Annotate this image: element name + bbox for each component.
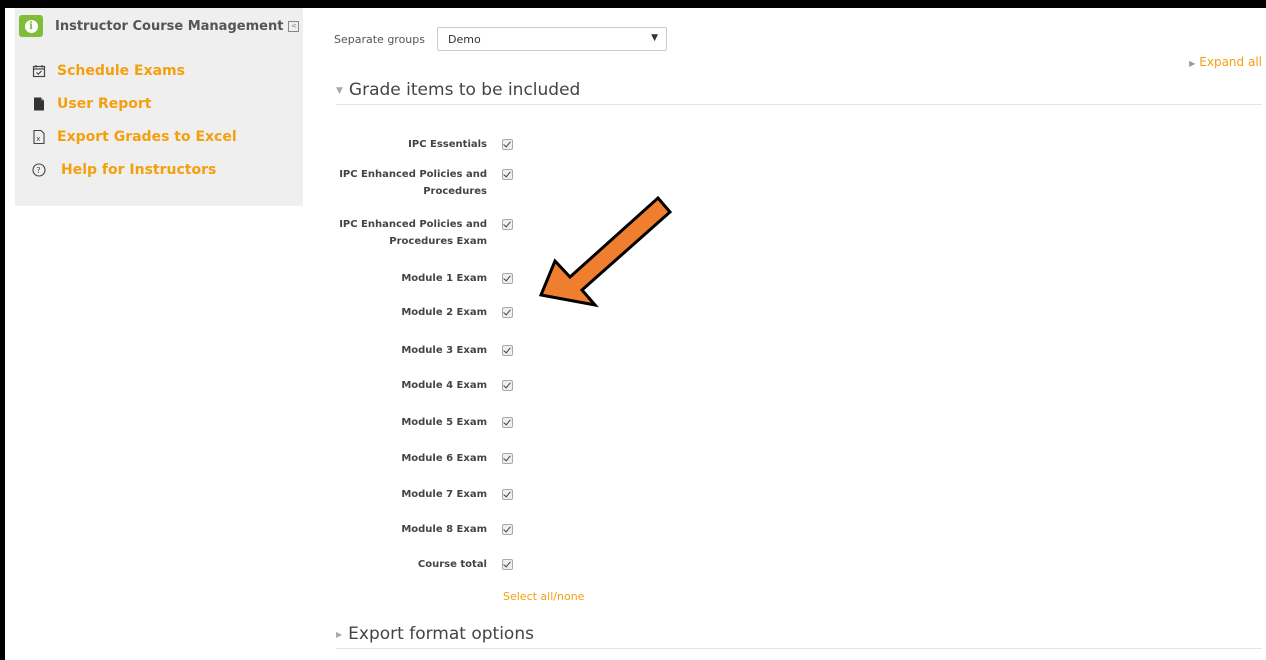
- grade-item-module-5: Module 5 Exam: [330, 414, 630, 431]
- grade-item-module-4: Module 4 Exam: [330, 377, 630, 394]
- grade-item-label: IPC Enhanced Policies and Procedures Exa…: [339, 219, 487, 247]
- block-title: Instructor Course Management: [55, 18, 284, 34]
- group-selector-row: Separate groups Demo ▼: [334, 27, 667, 51]
- section-grade-items-title: Grade items to be included: [348, 80, 581, 100]
- expand-all-label: Expand all: [1199, 55, 1262, 69]
- grade-item-label: Module 6 Exam: [401, 453, 487, 464]
- grade-item-checkbox[interactable]: [502, 453, 513, 464]
- grade-item-checkbox[interactable]: [502, 219, 513, 230]
- help-circle-icon: ?: [29, 162, 49, 178]
- grade-item-ipc-essentials: IPC Essentials: [330, 136, 630, 153]
- grade-item-module-7: Module 7 Exam: [330, 486, 630, 503]
- svg-text:x: x: [36, 135, 40, 143]
- grade-item-checkbox[interactable]: [502, 307, 513, 318]
- grade-item-label: Module 4 Exam: [401, 380, 487, 391]
- grade-item-label: Module 1 Exam: [401, 273, 487, 284]
- grade-item-label: Module 2 Exam: [401, 307, 487, 318]
- main-content: Separate groups Demo ▼ ▶ Expand all ▼ Gra…: [330, 8, 1266, 660]
- menu-item-schedule-exams[interactable]: Schedule Exams: [29, 63, 237, 96]
- menu-label: Export Grades to Excel: [57, 129, 237, 145]
- calendar-check-icon: [29, 63, 49, 79]
- menu-label: Help for Instructors: [61, 162, 217, 178]
- info-icon: i: [19, 15, 43, 37]
- block-menu: Schedule Exams User Report x Export Grad…: [29, 63, 237, 195]
- triangle-down-icon: ▼: [336, 86, 343, 96]
- grade-item-checkbox[interactable]: [502, 524, 513, 535]
- section-export-format-header[interactable]: ▶ Export format options: [336, 624, 1262, 649]
- excel-file-icon: x: [29, 129, 49, 145]
- grade-item-label: Course total: [417, 559, 487, 570]
- grade-item-checkbox[interactable]: [502, 559, 513, 570]
- grade-item-label: IPC Enhanced Policies and Procedures: [339, 169, 487, 197]
- menu-item-user-report[interactable]: User Report: [29, 96, 237, 129]
- grade-item-label: Module 8 Exam: [401, 524, 487, 535]
- menu-label: Schedule Exams: [57, 63, 185, 79]
- grade-item-checkbox[interactable]: [502, 417, 513, 428]
- group-label: Separate groups: [334, 32, 425, 46]
- grade-item-course-total: Course total: [330, 556, 630, 573]
- grade-item-label: Module 5 Exam: [401, 417, 487, 428]
- group-select-value: Demo: [448, 32, 481, 46]
- menu-item-help-instructors[interactable]: ? Help for Instructors: [29, 162, 237, 195]
- dock-block-icon[interactable]: <: [288, 20, 300, 32]
- grade-item-checkbox[interactable]: [502, 139, 513, 150]
- triangle-right-icon: ▶: [336, 630, 343, 639]
- grade-item-checkbox[interactable]: [502, 489, 513, 500]
- menu-item-export-grades[interactable]: x Export Grades to Excel: [29, 129, 237, 162]
- block-header: i Instructor Course Management <: [19, 12, 300, 40]
- grade-item-label: Module 3 Exam: [401, 345, 487, 356]
- select-all-none-link[interactable]: Select all/none: [503, 590, 584, 603]
- grade-item-label: IPC Essentials: [408, 139, 487, 150]
- section-grade-items-header[interactable]: ▼ Grade items to be included: [336, 80, 1262, 105]
- section-export-format-title: Export format options: [348, 624, 534, 644]
- grade-item-module-3: Module 3 Exam: [330, 342, 630, 359]
- annotation-arrow-icon: [538, 195, 673, 308]
- instructor-block: i Instructor Course Management < Schedul…: [15, 8, 303, 206]
- chevron-down-icon: ▼: [651, 33, 658, 43]
- file-icon: [29, 96, 49, 112]
- triangle-right-icon: ▶: [1189, 59, 1196, 68]
- grade-item-checkbox[interactable]: [502, 273, 513, 284]
- grade-item-module-8: Module 8 Exam: [330, 521, 630, 538]
- grade-item-checkbox[interactable]: [502, 169, 513, 180]
- grade-item-checkbox[interactable]: [502, 380, 513, 391]
- svg-text:?: ?: [36, 166, 40, 175]
- menu-label: User Report: [57, 96, 152, 112]
- grade-item-module-6: Module 6 Exam: [330, 450, 630, 467]
- grade-item-label: Module 7 Exam: [401, 489, 487, 500]
- grade-item-checkbox[interactable]: [502, 345, 513, 356]
- expand-all-link[interactable]: ▶ Expand all: [1189, 55, 1262, 69]
- group-select[interactable]: Demo ▼: [437, 27, 667, 51]
